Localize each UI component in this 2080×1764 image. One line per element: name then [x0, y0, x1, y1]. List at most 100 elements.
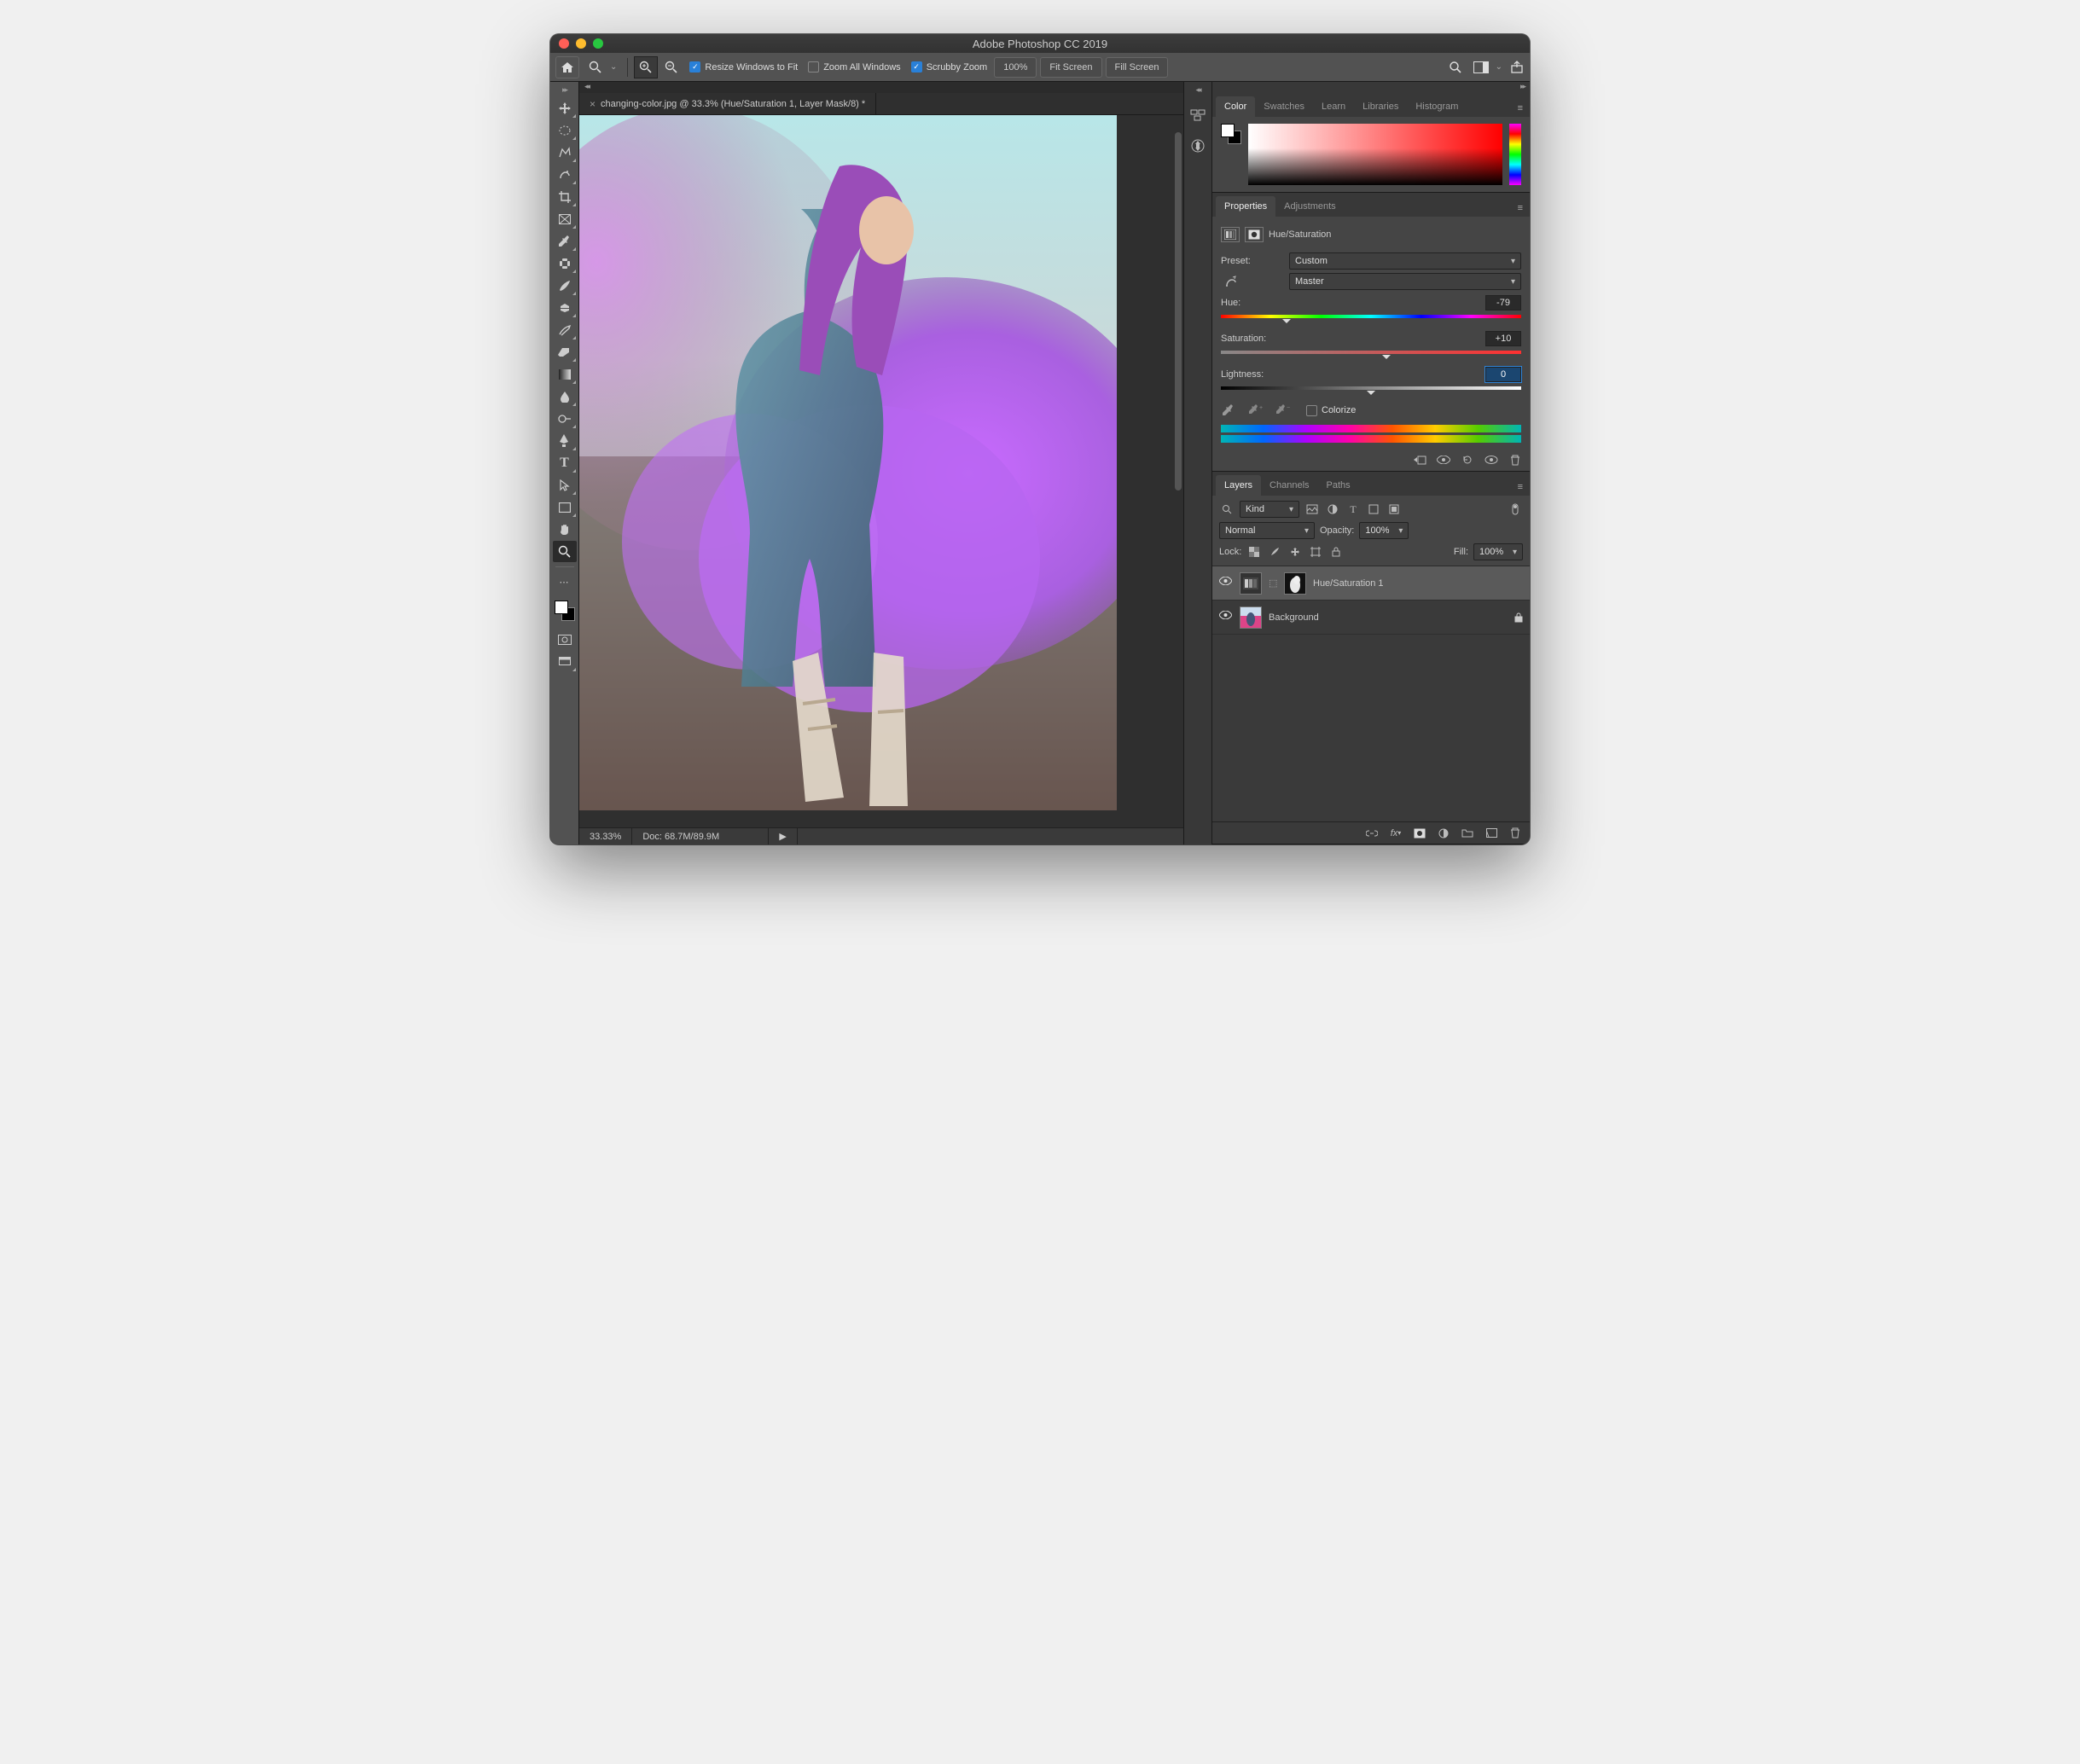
filter-smart-icon[interactable] [1386, 502, 1402, 517]
pen-tool[interactable] [553, 430, 577, 451]
channels-tab[interactable]: Channels [1261, 475, 1317, 496]
fg-bg-swatches[interactable] [553, 599, 577, 623]
home-button[interactable] [555, 56, 579, 78]
zoom-100-button[interactable]: 100% [994, 57, 1037, 78]
layer-name[interactable]: Background [1269, 612, 1319, 623]
filter-kind-dropdown[interactable]: Kind [1240, 501, 1299, 518]
quick-select-tool[interactable] [553, 164, 577, 185]
zoom-out-icon[interactable] [660, 57, 683, 78]
lock-paint-icon[interactable] [1267, 544, 1282, 560]
fg-bg-mini-swatch[interactable] [1221, 124, 1241, 144]
hue-range-bars[interactable] [1221, 425, 1521, 443]
lasso-tool[interactable] [553, 142, 577, 163]
status-zoom[interactable]: 33.33% [579, 828, 632, 844]
share-icon[interactable] [1509, 60, 1525, 75]
resize-windows-checkbox[interactable]: ✓Resize Windows to Fit [686, 61, 801, 73]
close-button[interactable] [559, 38, 569, 49]
screen-mode-icon[interactable] [553, 651, 577, 672]
saturation-value[interactable]: +10 [1485, 331, 1521, 346]
filter-pixel-icon[interactable] [1304, 502, 1320, 517]
layer-row[interactable]: ⬚ Hue/Saturation 1 [1212, 566, 1530, 601]
frame-tool[interactable] [553, 208, 577, 229]
visibility-icon[interactable] [1219, 577, 1233, 590]
panel-menu-icon[interactable]: ≡ [1514, 100, 1526, 117]
status-more-icon[interactable]: ▶ [769, 828, 797, 844]
toggle-visibility-icon[interactable] [1436, 452, 1451, 467]
maximize-button[interactable] [593, 38, 603, 49]
color-tab[interactable]: Color [1216, 96, 1255, 117]
brush-tool[interactable] [553, 275, 577, 296]
clone-stamp-tool[interactable] [553, 297, 577, 318]
hue-slider[interactable] [1221, 312, 1521, 321]
paths-tab[interactable]: Paths [1318, 475, 1359, 496]
visibility-icon[interactable] [1219, 611, 1233, 624]
history-panel-icon[interactable] [1186, 103, 1210, 127]
image-canvas[interactable] [579, 115, 1117, 810]
eyedropper-set-icon[interactable] [1221, 403, 1236, 418]
document-tab[interactable]: × changing-color.jpg @ 33.3% (Hue/Satura… [579, 93, 876, 115]
learn-tab[interactable]: Learn [1313, 96, 1354, 117]
healing-brush-tool[interactable] [553, 252, 577, 274]
workspace-switcher-icon[interactable] [1473, 60, 1489, 75]
edit-toolbar-icon[interactable]: ⋯ [553, 572, 577, 593]
lock-all-icon[interactable] [1328, 544, 1344, 560]
new-adjustment-icon[interactable] [1436, 826, 1451, 841]
hue-strip[interactable] [1509, 124, 1521, 185]
panel-menu-icon[interactable]: ≡ [1514, 479, 1526, 496]
path-select-tool[interactable] [553, 474, 577, 496]
lock-position-icon[interactable] [1287, 544, 1303, 560]
hand-tool[interactable] [553, 519, 577, 540]
search-icon[interactable] [1448, 60, 1463, 75]
opacity-dropdown[interactable]: 100% [1359, 522, 1409, 539]
filter-type-icon[interactable]: T [1345, 502, 1361, 517]
minimize-button[interactable] [576, 38, 586, 49]
collapse-grip-icon[interactable]: ▸▸ [562, 85, 566, 95]
shape-tool[interactable] [553, 496, 577, 518]
marquee-tool[interactable] [553, 119, 577, 141]
preset-dropdown-icon[interactable]: ⌄ [610, 63, 617, 72]
layer-row[interactable]: Background [1212, 601, 1530, 635]
close-tab-icon[interactable]: × [590, 98, 596, 110]
libraries-tab[interactable]: Libraries [1354, 96, 1407, 117]
hue-value[interactable]: -79 [1485, 295, 1521, 310]
fill-screen-button[interactable]: Fill Screen [1106, 57, 1169, 78]
lock-transparent-icon[interactable] [1246, 544, 1262, 560]
channel-dropdown[interactable]: Master [1289, 273, 1521, 290]
adjustments-tab[interactable]: Adjustments [1275, 196, 1345, 217]
dodge-tool[interactable] [553, 408, 577, 429]
vertical-scrollbar[interactable] [1171, 115, 1183, 827]
preset-dropdown[interactable]: Custom [1289, 252, 1521, 270]
crop-tool[interactable] [553, 186, 577, 207]
mask-icon[interactable] [1245, 227, 1264, 242]
trash-icon[interactable] [1508, 452, 1523, 467]
zoom-tool[interactable] [553, 541, 577, 562]
trash-icon[interactable] [1508, 826, 1523, 841]
fit-screen-button[interactable]: Fit Screen [1040, 57, 1101, 78]
saturation-slider[interactable] [1221, 348, 1521, 357]
zoom-all-windows-checkbox[interactable]: Zoom All Windows [805, 61, 903, 73]
workspace-dropdown-icon[interactable]: ⌄ [1496, 63, 1502, 72]
collapse-grip-icon[interactable]: ◂◂ [579, 82, 589, 91]
filter-toggle[interactable] [1508, 502, 1523, 517]
reset-icon[interactable] [1460, 452, 1475, 467]
blend-mode-dropdown[interactable]: Normal [1219, 522, 1315, 539]
eyedropper-tool[interactable] [553, 230, 577, 252]
swatches-tab[interactable]: Swatches [1255, 96, 1313, 117]
filter-search-icon[interactable] [1219, 502, 1235, 517]
scrubby-zoom-checkbox[interactable]: ✓Scrubby Zoom [908, 61, 991, 73]
histogram-tab[interactable]: Histogram [1407, 96, 1467, 117]
collapse-grip-icon[interactable]: ▸▸ [1520, 82, 1530, 91]
colorize-checkbox[interactable]: Colorize [1303, 405, 1359, 416]
clip-to-layer-icon[interactable] [1412, 452, 1427, 467]
move-tool[interactable] [553, 97, 577, 119]
history-brush-tool[interactable] [553, 319, 577, 340]
fill-dropdown[interactable]: 100% [1473, 543, 1523, 560]
previous-state-icon[interactable] [1484, 452, 1499, 467]
mask-thumb[interactable] [1284, 572, 1306, 595]
new-group-icon[interactable] [1460, 826, 1475, 841]
zoom-tool-icon[interactable] [588, 60, 603, 75]
panel-menu-icon[interactable]: ≡ [1514, 200, 1526, 217]
targeted-adjustment-icon[interactable] [1221, 275, 1240, 288]
eyedropper-subtract-icon[interactable]: − [1275, 403, 1291, 418]
link-icon[interactable]: ⬚ [1269, 577, 1277, 589]
